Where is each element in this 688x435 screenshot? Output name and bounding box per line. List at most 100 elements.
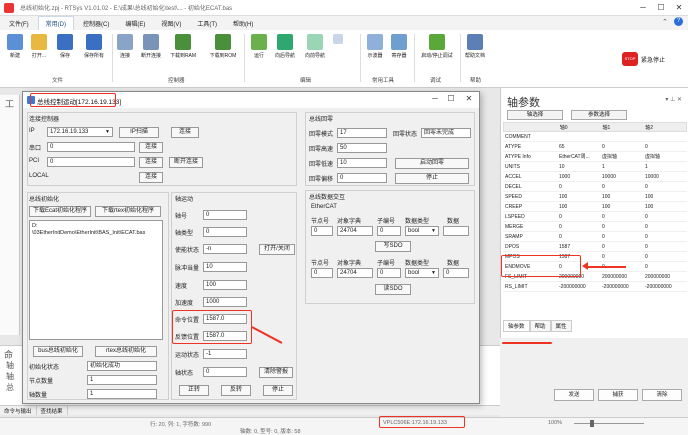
tab-find-results[interactable]: 查找结果	[37, 406, 68, 415]
menu-help[interactable]: 帮助(H)	[226, 17, 260, 30]
init-program-path[interactable]: D: \03EtherInitDemo\EtherInit\BAS_Init\E…	[29, 220, 163, 340]
rtex-init-button[interactable]: rtex总线初始化	[95, 346, 157, 357]
download-ecat-button[interactable]: 下载Ecat初始化程序	[29, 206, 91, 217]
bus-init-title: 总线初始化	[29, 197, 60, 203]
sdo-read-type[interactable]: bool ▼	[405, 268, 439, 278]
run-button[interactable]: 运行	[248, 34, 270, 59]
disconnect-button[interactable]: 断开连接	[169, 157, 203, 168]
axis-type-input[interactable]: 0	[203, 227, 247, 237]
sdo-write-node[interactable]: 0	[311, 226, 333, 236]
param-select-button[interactable]: 参数选择	[571, 110, 627, 120]
sdo-read-node[interactable]: 0	[311, 268, 333, 278]
ip-connect-button[interactable]: 连接	[171, 127, 199, 138]
minimize-icon[interactable]: ─	[636, 2, 650, 14]
pci-connect-button[interactable]: 连接	[139, 157, 163, 168]
dialog-close-icon[interactable]: ✕	[461, 94, 477, 103]
maximize-icon[interactable]: ☐	[654, 2, 668, 14]
tab-axis-params[interactable]: 轴参数	[503, 320, 530, 332]
table-row[interactable]: CREEP 100 100 100	[503, 202, 687, 212]
capture-button[interactable]: 捕获	[598, 389, 638, 401]
sdo-write-object[interactable]: 24704	[337, 226, 373, 236]
download-ram-button[interactable]: 下载到RAM	[168, 34, 198, 59]
pulse-input[interactable]: 10	[203, 262, 247, 272]
sdo-read-sub[interactable]: 0	[377, 268, 401, 278]
zoom-slider[interactable]	[574, 423, 644, 424]
ip-scan-button[interactable]: IP扫描	[119, 127, 159, 138]
navigate-back-button[interactable]: 向后导航	[272, 34, 298, 59]
panel-controls[interactable]: ▾ ⊥ ✕	[665, 96, 682, 103]
table-row[interactable]: SPEED 100 100 100	[503, 192, 687, 202]
tab-help[interactable]: 帮助	[529, 320, 551, 332]
menu-view[interactable]: 视图(V)	[154, 17, 188, 30]
collapse-ribbon-icon[interactable]: ⌃	[662, 18, 668, 26]
send-button[interactable]: 发送	[554, 389, 594, 401]
disconnect-button[interactable]: 断开连接	[138, 34, 164, 59]
sdo-write-sub[interactable]: 0	[377, 226, 401, 236]
register-button[interactable]: 寄存器	[388, 34, 410, 59]
dialog-minimize-icon[interactable]: ─	[427, 94, 443, 103]
pci-input[interactable]: 0	[47, 157, 135, 167]
zoom-slider-thumb[interactable]	[590, 420, 594, 427]
axis-select-button[interactable]: 轴选择	[507, 110, 563, 120]
tab-command-output[interactable]: 命令与输出	[0, 406, 37, 415]
accel-input[interactable]: 1000	[203, 297, 247, 307]
speed-input[interactable]: 100	[203, 280, 247, 290]
dialog-maximize-icon[interactable]: ☐	[443, 94, 459, 103]
help-icon[interactable]: ?	[674, 17, 683, 26]
stop-home-button[interactable]: 停止	[395, 173, 469, 184]
start-home-button[interactable]: 启动回零	[395, 158, 469, 169]
sdo-write-data[interactable]	[443, 226, 469, 236]
download-rom-button[interactable]: 下载到ROM	[206, 34, 240, 59]
tab-properties[interactable]: 属性	[550, 320, 572, 332]
table-row[interactable]: LSPEED 0 0 0	[503, 212, 687, 222]
ip-select[interactable]: 172.16.19.133 ▼	[47, 127, 113, 137]
local-connect-button[interactable]: 连接	[139, 172, 163, 183]
table-row[interactable]: ATYPE 65 0 0	[503, 142, 687, 152]
debug-toggle-button[interactable]: 启动/停止调试	[420, 34, 454, 59]
axis-no-input[interactable]: 0	[203, 210, 247, 220]
table-row-dpos[interactable]: DPOS 1587 0 0	[503, 242, 687, 252]
sdo-read-object[interactable]: 24704	[337, 268, 373, 278]
download-rtex-button[interactable]: 下载rtex初始化程序	[95, 206, 161, 217]
table-row[interactable]: UNITS 10 1 1	[503, 162, 687, 172]
menu-tools[interactable]: 工具(T)	[190, 17, 224, 30]
oscilloscope-button[interactable]: 示波器	[364, 34, 386, 59]
menu-common[interactable]: 常用(D)	[37, 16, 75, 30]
menu-file[interactable]: 文件(F)	[2, 17, 36, 30]
sdo-write-type[interactable]: bool ▼	[405, 226, 439, 236]
table-row[interactable]: DECEL 0 0 0	[503, 182, 687, 192]
stop-button[interactable]: 停止	[263, 385, 293, 396]
menu-edit[interactable]: 编辑(E)	[118, 17, 152, 30]
table-row[interactable]: ATYPE Info EtherCAT周... 虚拟轴 虚拟轴	[503, 152, 687, 162]
com-connect-button[interactable]: 连接	[139, 142, 163, 153]
emergency-stop-button[interactable]: STOP 紧急停止	[622, 50, 680, 68]
forward-button[interactable]: 正转	[179, 385, 209, 396]
read-sdo-button[interactable]: 读SDO	[375, 284, 411, 295]
home-speed-input[interactable]: 50	[337, 143, 387, 153]
reverse-button[interactable]: 反转	[221, 385, 251, 396]
navigate-forward-button[interactable]: 向前导航	[302, 34, 328, 59]
home-offset-input[interactable]: 0	[337, 173, 387, 183]
connect-button[interactable]: 连接	[114, 34, 136, 59]
open-button[interactable]: 打开...	[28, 34, 50, 59]
close-icon[interactable]: ✕	[672, 2, 686, 14]
home-mode-input[interactable]: 17	[337, 128, 387, 138]
save-all-button[interactable]: 保存所有	[80, 34, 108, 59]
table-row[interactable]: SRAMP 0 0 0	[503, 232, 687, 242]
clear-alarm-button[interactable]: 清除警报	[259, 367, 293, 378]
help-docs-button[interactable]: 帮助文档	[462, 34, 488, 59]
bus-init-button[interactable]: bus总线初始化	[33, 346, 83, 357]
enable-toggle-button[interactable]: 打开/关闭	[259, 244, 295, 255]
table-row[interactable]: ACCEL 1000 10000 10000	[503, 172, 687, 182]
write-sdo-button[interactable]: 写SDO	[375, 241, 411, 252]
com-input[interactable]: 0	[47, 142, 135, 152]
clear-button[interactable]: 清除	[642, 389, 682, 401]
home-low-input[interactable]: 10	[337, 158, 387, 168]
new-button[interactable]: 新建	[4, 34, 26, 59]
table-row[interactable]: RS_LIMIT -200000000 -200000000 -200000000	[503, 282, 687, 292]
menu-controller[interactable]: 控制器(C)	[76, 17, 116, 30]
table-row[interactable]: COMMENT	[503, 132, 687, 142]
table-row[interactable]: MERGE 0 0 0	[503, 222, 687, 232]
edit-tool-button[interactable]	[330, 34, 346, 46]
save-button[interactable]: 保存	[54, 34, 76, 59]
